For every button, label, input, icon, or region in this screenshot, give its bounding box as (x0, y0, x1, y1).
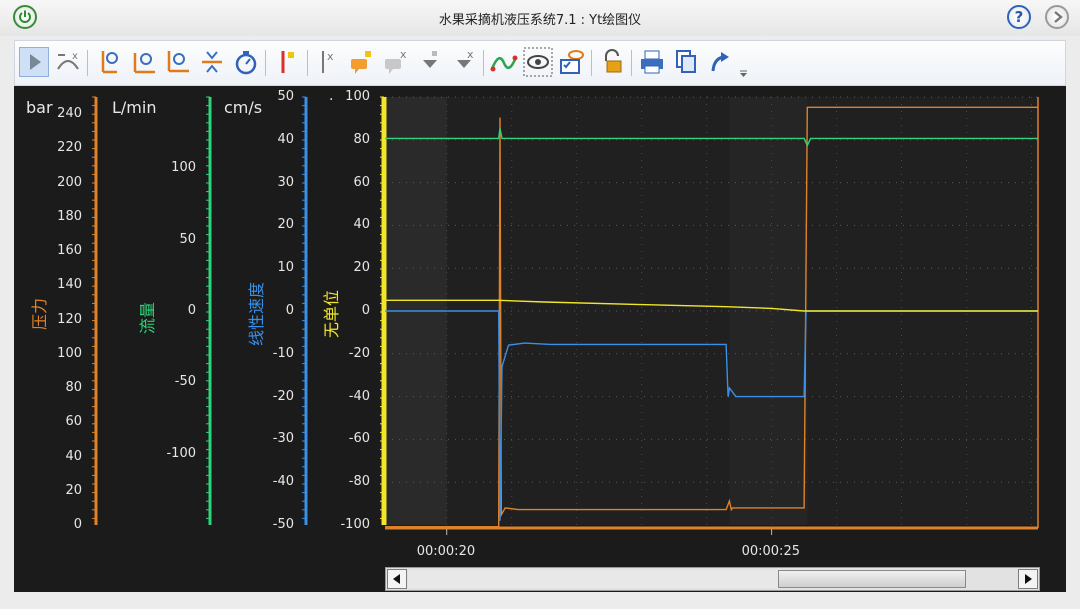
velocity-tick-label: 30 (277, 174, 294, 190)
curve-icon[interactable] (489, 47, 519, 77)
unitless-tick-label: -80 (348, 474, 370, 490)
velocity-tick-label: -40 (272, 474, 294, 490)
svg-text:x: x (467, 48, 474, 61)
pressure-tick-label: 220 (57, 140, 82, 156)
scroll-left-button[interactable] (387, 569, 407, 589)
marker-red-icon[interactable] (273, 47, 303, 77)
flow-tick-label: 50 (179, 231, 196, 247)
comment-remove-icon[interactable]: x (381, 47, 411, 77)
velocity-tick-label: 50 (277, 89, 294, 104)
marker-down-icon[interactable] (415, 47, 445, 77)
pressure-tick-label: 20 (65, 482, 82, 498)
scroll-right-button[interactable] (1018, 569, 1038, 589)
unitless-tick-label: 80 (353, 131, 370, 147)
pressure-tick-label: 100 (57, 345, 82, 361)
velocity-tick-label: 40 (277, 131, 294, 147)
scroll-thumb[interactable] (778, 570, 966, 588)
comment-add-icon[interactable] (347, 47, 377, 77)
pressure-tick-label: 240 (57, 106, 82, 122)
pressure-tick-label: 0 (73, 517, 82, 532)
pressure-tick-label: 40 (65, 448, 82, 464)
x-tick-label: 00:00:25 (741, 544, 800, 559)
pressure-tick-label: 60 (65, 414, 82, 430)
stopwatch-icon[interactable] (231, 47, 261, 77)
flow-tick-label: 100 (171, 160, 196, 176)
toolbar-overflow-icon[interactable] (737, 47, 751, 77)
zoom-x-icon[interactable] (129, 47, 159, 77)
compress-icon[interactable] (197, 47, 227, 77)
eye-list-icon[interactable] (557, 47, 587, 77)
velocity-tick-label: -10 (272, 345, 294, 361)
velocity-tick-label: 0 (285, 303, 294, 318)
velocity-tick-label: -20 (272, 388, 294, 404)
velocity-tick-label: -50 (272, 517, 294, 532)
pressure-tick-label: 180 (57, 208, 82, 224)
pressure-tick-label: 200 (57, 174, 82, 190)
velocity-tick-label: 10 (277, 260, 294, 276)
export-icon[interactable] (705, 47, 735, 77)
title-bar: 水果采摘机液压系统7.1 : Yt绘图仪 ? (0, 0, 1080, 36)
svg-text:x: x (72, 51, 78, 62)
scroll-track[interactable] (408, 570, 778, 588)
marker-x-icon[interactable]: x (313, 47, 343, 77)
unitless-tick-label: 100 (345, 89, 370, 104)
unitless-tick-label: 0 (361, 303, 370, 318)
x-tick-label: 00:00:20 (416, 544, 476, 559)
marker-down-x-icon[interactable]: x (449, 47, 479, 77)
unitless-tick-label: -100 (340, 517, 370, 532)
lock-icon[interactable] (597, 47, 627, 77)
unitless-tick-label: 60 (353, 174, 370, 190)
unitless-tick-label: -20 (348, 345, 370, 361)
zoom-y-icon[interactable] (95, 47, 125, 77)
unitless-tick-label: 40 (353, 217, 370, 233)
toolbar: x x x x (14, 40, 1066, 86)
cursor-arrow-icon[interactable] (19, 47, 49, 77)
svg-text:x: x (327, 50, 334, 63)
pressure-tick-label: 140 (57, 277, 82, 293)
window-title: 水果采摘机液压系统7.1 : Yt绘图仪 (438, 13, 642, 28)
unitless-tick-label: -40 (348, 388, 370, 404)
scale-y-icon[interactable]: x (53, 47, 83, 77)
forward-button[interactable] (1045, 5, 1069, 29)
pressure-tick-label: 120 (57, 311, 82, 327)
flow-tick-label: -100 (166, 445, 196, 461)
velocity-tick-label: 20 (277, 217, 294, 233)
zoom-xy-icon[interactable] (163, 47, 193, 77)
horizontal-scrollbar[interactable] (385, 567, 1040, 591)
unitless-tick-label: -60 (348, 431, 370, 447)
unitless-tick-label: 20 (353, 260, 370, 276)
flow-unit-label: L/min (112, 98, 157, 117)
flow-tick-label: -50 (174, 374, 196, 390)
flow-tick-label: 0 (187, 303, 196, 318)
pressure-tick-label: 160 (57, 243, 82, 259)
velocity-tick-label: -30 (272, 431, 294, 447)
eye-icon[interactable] (523, 47, 553, 77)
help-button[interactable]: ? (1007, 5, 1031, 29)
svg-text:x: x (400, 48, 407, 61)
print-icon[interactable] (637, 47, 667, 77)
chevron-right-icon (1054, 11, 1063, 23)
pressure-tick-label: 80 (65, 380, 82, 396)
copy-icon[interactable] (671, 47, 701, 77)
